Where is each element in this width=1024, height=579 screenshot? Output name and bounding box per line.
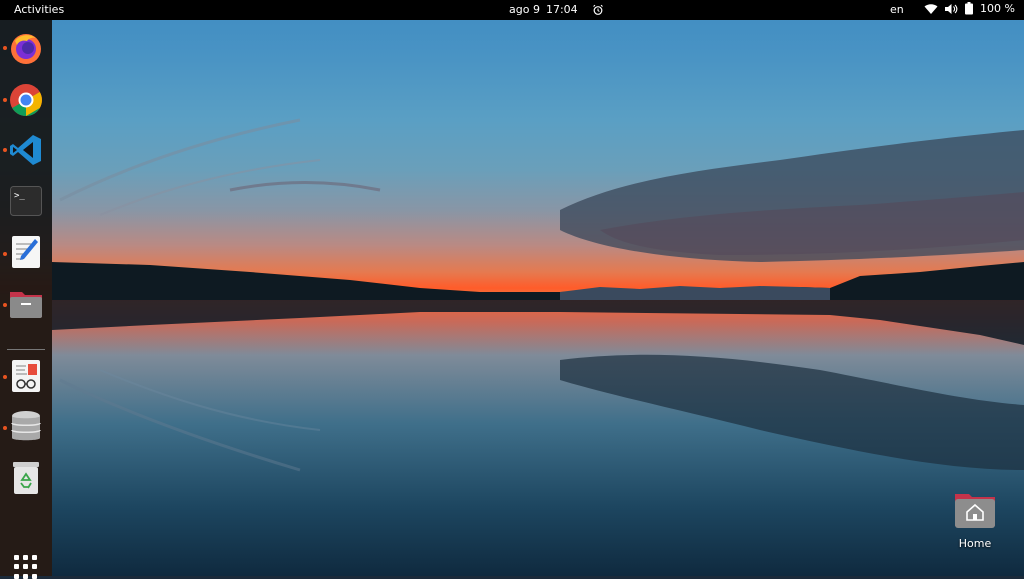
grid-dot — [23, 564, 28, 570]
dock-item-terminal[interactable]: >_ — [8, 183, 44, 219]
running-indicator — [3, 303, 7, 307]
dock-item-firefox[interactable] — [8, 30, 44, 66]
grid-dot — [14, 564, 19, 570]
battery-percentage: 100 % — [980, 2, 1015, 15]
grid-dot — [23, 555, 28, 560]
activities-button[interactable]: Activities — [14, 3, 64, 16]
wifi-icon — [924, 3, 938, 14]
home-folder-label: Home — [958, 537, 992, 550]
grid-dot — [32, 573, 37, 579]
date-label: ago 9 — [509, 3, 540, 16]
dock: >_ — [0, 20, 52, 579]
top-bar: Activities ago 9 17:04 en 100 % — [0, 0, 1024, 20]
grid-dot — [23, 573, 28, 579]
desktop-home-folder[interactable]: Home — [950, 490, 1000, 550]
system-status-menu[interactable]: 100 % — [924, 2, 1015, 15]
running-indicator — [3, 252, 7, 256]
dock-item-files[interactable] — [8, 286, 44, 322]
volume-icon — [945, 3, 958, 14]
home-folder-icon — [955, 494, 995, 528]
grid-dot — [14, 555, 19, 560]
alarm-clock-icon — [592, 4, 603, 15]
dock-item-chrome[interactable] — [8, 82, 44, 118]
battery-icon — [965, 2, 973, 15]
document-viewer-icon — [12, 360, 40, 392]
grid-dot — [32, 555, 37, 560]
dock-item-vscode[interactable] — [8, 132, 44, 168]
dock-item-text-editor[interactable] — [8, 234, 44, 270]
database-icon — [11, 411, 41, 441]
grid-dot — [32, 564, 37, 570]
dock-separator — [7, 349, 45, 350]
dock-item-trash[interactable] — [8, 460, 44, 496]
firefox-icon — [11, 34, 41, 64]
running-indicator — [3, 46, 7, 50]
running-indicator — [3, 98, 7, 102]
dock-item-document-viewer[interactable] — [8, 358, 44, 394]
files-icon — [10, 292, 42, 318]
running-indicator — [3, 148, 7, 152]
running-indicator — [3, 426, 7, 430]
language-indicator[interactable]: en — [890, 3, 904, 16]
svg-text:>_: >_ — [14, 191, 25, 201]
clock-button[interactable]: ago 9 17:04 — [509, 3, 604, 16]
chrome-icon — [10, 84, 42, 116]
show-applications-button[interactable] — [14, 555, 38, 579]
text-editor-icon — [12, 236, 40, 268]
terminal-icon: >_ — [10, 186, 42, 216]
vscode-icon — [10, 135, 41, 165]
desktop-wallpaper — [0, 0, 1024, 576]
dock-item-database[interactable] — [8, 409, 44, 445]
grid-dot — [14, 573, 19, 579]
running-indicator — [3, 375, 7, 379]
trash-icon — [13, 462, 39, 494]
time-label: 17:04 — [545, 3, 578, 16]
